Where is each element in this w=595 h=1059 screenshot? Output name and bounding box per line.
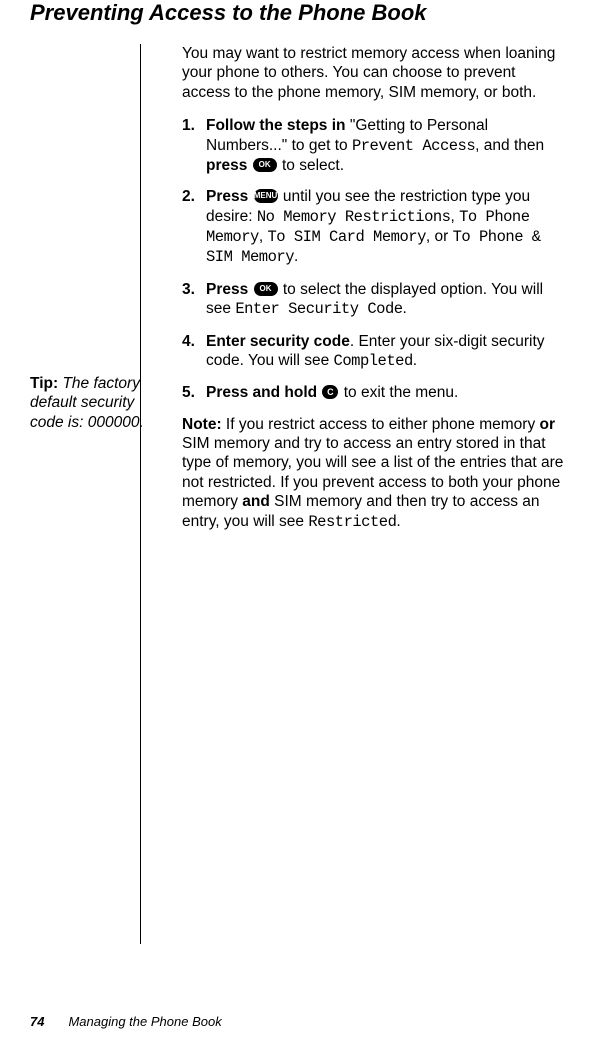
step-2: 2. Press MENU until you see the restrict… xyxy=(206,187,565,268)
step-number: 5. xyxy=(182,383,195,402)
note-text: . xyxy=(396,513,400,530)
step-3: 3. Press OK to select the displayed opti… xyxy=(206,280,565,320)
two-column-layout: Tip: The factory default security code i… xyxy=(0,44,595,532)
lcd-text: Prevent Access xyxy=(352,137,475,155)
lcd-text: To SIM Card Memory xyxy=(267,228,425,246)
step-lead: Press and hold xyxy=(206,384,321,401)
margin-column: Tip: The factory default security code i… xyxy=(30,44,160,532)
content-wrapper: Tip: The factory default security code i… xyxy=(0,44,595,944)
lcd-text: Enter Security Code xyxy=(235,300,402,318)
menu-button-icon: MENU xyxy=(254,189,278,203)
press-label: Press xyxy=(206,188,253,205)
ok-button-icon: OK xyxy=(253,158,277,172)
note-emph: and xyxy=(242,493,270,510)
step-number: 2. xyxy=(182,187,195,206)
ok-button-icon: OK xyxy=(254,282,278,296)
step-number: 3. xyxy=(182,280,195,299)
step-text: to exit the menu. xyxy=(339,384,458,401)
press-label: Press xyxy=(206,281,253,298)
step-text: , xyxy=(450,208,459,225)
step-text: . xyxy=(403,300,407,317)
lcd-text: Restricted xyxy=(308,513,396,531)
step-text: . xyxy=(294,248,298,265)
page-number: 74 xyxy=(30,1014,44,1029)
step-5: 5. Press and hold C to exit the menu. xyxy=(206,383,565,402)
note-text: If you restrict access to either phone m… xyxy=(226,416,540,433)
press-label: press xyxy=(206,157,252,174)
page-title: Preventing Access to the Phone Book xyxy=(0,0,595,44)
lcd-text: Completed xyxy=(334,352,413,370)
note-paragraph: Note: If you restrict access to either p… xyxy=(182,415,565,532)
steps-list: 1. Follow the steps in "Getting to Perso… xyxy=(182,116,565,403)
step-number: 1. xyxy=(182,116,195,135)
step-1: 1. Follow the steps in "Getting to Perso… xyxy=(206,116,565,175)
note-label: Note: xyxy=(182,416,226,433)
main-column: You may want to restrict memory access w… xyxy=(160,44,565,532)
page-footer: 74 Managing the Phone Book xyxy=(30,1014,222,1029)
step-text: to select. xyxy=(278,157,344,174)
step-lead: Enter security code xyxy=(206,333,350,350)
lcd-text: No Memory Restrictions xyxy=(257,208,451,226)
step-text: . xyxy=(413,352,417,369)
chapter-title: Managing the Phone Book xyxy=(68,1014,221,1029)
step-text: , or xyxy=(426,228,453,245)
step-lead: Follow the steps in xyxy=(206,117,350,134)
note-emph: or xyxy=(540,416,556,433)
step-text: , and then xyxy=(475,137,544,154)
c-button-icon: C xyxy=(322,385,338,399)
intro-paragraph: You may want to restrict memory access w… xyxy=(182,44,565,102)
step-4: 4. Enter security code. Enter your six-d… xyxy=(206,332,565,372)
tip-label: Tip: xyxy=(30,375,62,392)
step-number: 4. xyxy=(182,332,195,351)
tip-note: Tip: The factory default security code i… xyxy=(30,374,160,432)
